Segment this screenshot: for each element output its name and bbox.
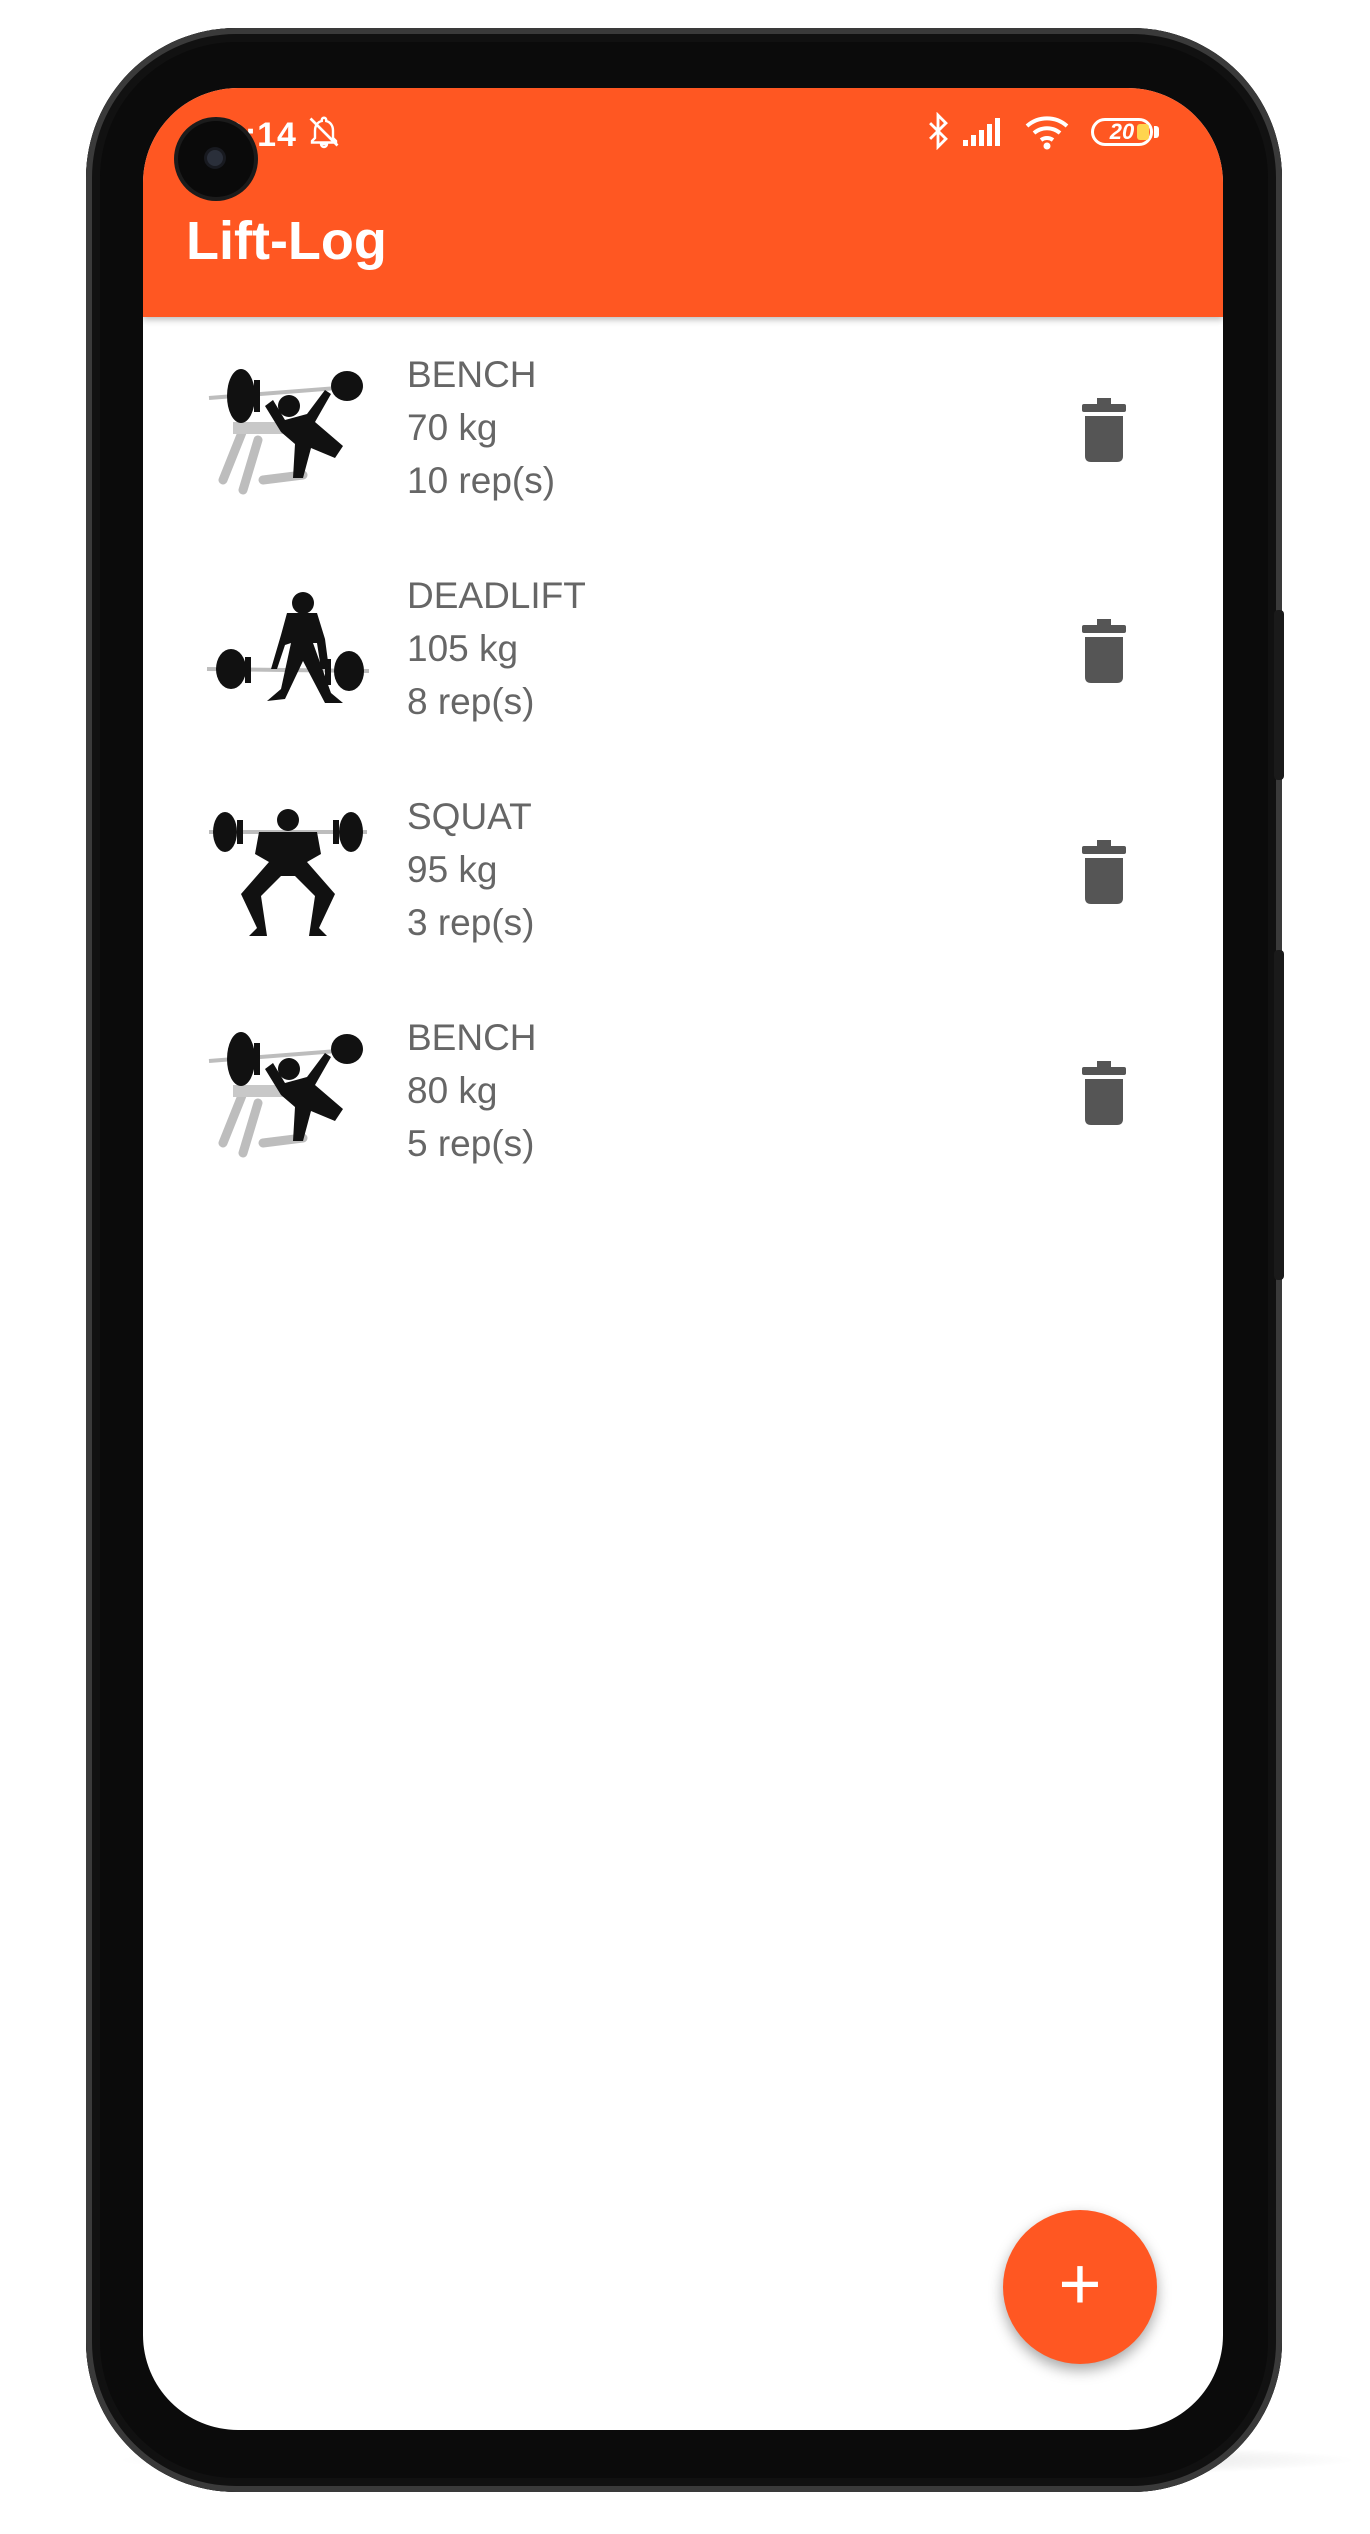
device-mockup: 20:14 20 Lift-Log BENCH 70 kg 10 rep(s) …: [0, 0, 1370, 2534]
app-title: Lift-Log: [186, 211, 387, 271]
app-bar: 20:14 20 Lift-Log: [143, 88, 1223, 317]
trash-icon: [1082, 398, 1126, 462]
bell-off-icon: [306, 114, 342, 150]
trash-icon: [1082, 840, 1126, 904]
exercise-name: DEADLIFT: [407, 575, 586, 616]
lift-list: BENCH 70 kg 10 rep(s) DEADLIFT 105 kg 8 …: [143, 317, 1223, 1201]
exercise-name: BENCH: [407, 1017, 537, 1058]
lift-reps: 10 rep(s): [407, 460, 556, 501]
list-item[interactable]: SQUAT 95 kg 3 rep(s): [143, 759, 1223, 980]
front-camera: [178, 121, 254, 197]
signal-icon: [963, 116, 1007, 148]
lift-reps: 8 rep(s): [407, 681, 535, 722]
lift-weight: 80 kg: [407, 1070, 498, 1111]
trash-icon: [1082, 619, 1126, 683]
bench-press-figure: [203, 360, 373, 510]
lift-weight: 105 kg: [407, 628, 519, 669]
battery-tip: [1154, 126, 1159, 138]
lift-details: BENCH 70 kg 10 rep(s): [407, 348, 555, 507]
lift-weight: 95 kg: [407, 849, 498, 890]
exercise-name: SQUAT: [407, 796, 532, 837]
lift-details: BENCH 80 kg 5 rep(s): [407, 1011, 537, 1170]
delete-button[interactable]: [1076, 616, 1132, 686]
delete-button[interactable]: [1076, 1058, 1132, 1128]
list-item[interactable]: BENCH 70 kg 10 rep(s): [143, 317, 1223, 538]
lift-details: DEADLIFT 105 kg 8 rep(s): [407, 569, 586, 728]
lift-details: SQUAT 95 kg 3 rep(s): [407, 790, 534, 949]
bluetooth-icon: [925, 112, 951, 150]
deadlift-figure: [203, 581, 373, 731]
lift-reps: 5 rep(s): [407, 1123, 535, 1164]
lift-reps: 3 rep(s): [407, 902, 535, 943]
delete-button[interactable]: [1076, 837, 1132, 907]
list-item[interactable]: DEADLIFT 105 kg 8 rep(s): [143, 538, 1223, 759]
battery-level: 20: [1109, 119, 1135, 144]
power-button: [1274, 950, 1284, 1280]
add-lift-button[interactable]: +: [1003, 2210, 1157, 2364]
lift-weight: 70 kg: [407, 407, 498, 448]
delete-button[interactable]: [1076, 395, 1132, 465]
list-item[interactable]: BENCH 80 kg 5 rep(s): [143, 980, 1223, 1201]
screen: 20:14 20 Lift-Log BENCH 70 kg 10 rep(s) …: [143, 88, 1223, 2430]
add-icon: +: [1058, 2242, 1102, 2325]
bench-press-figure: [203, 1023, 373, 1173]
exercise-name: BENCH: [407, 354, 537, 395]
squat-figure: [203, 802, 373, 952]
volume-button: [1274, 610, 1284, 780]
wifi-icon: [1023, 114, 1071, 150]
battery-fill: [1137, 124, 1149, 140]
trash-icon: [1082, 1061, 1126, 1125]
